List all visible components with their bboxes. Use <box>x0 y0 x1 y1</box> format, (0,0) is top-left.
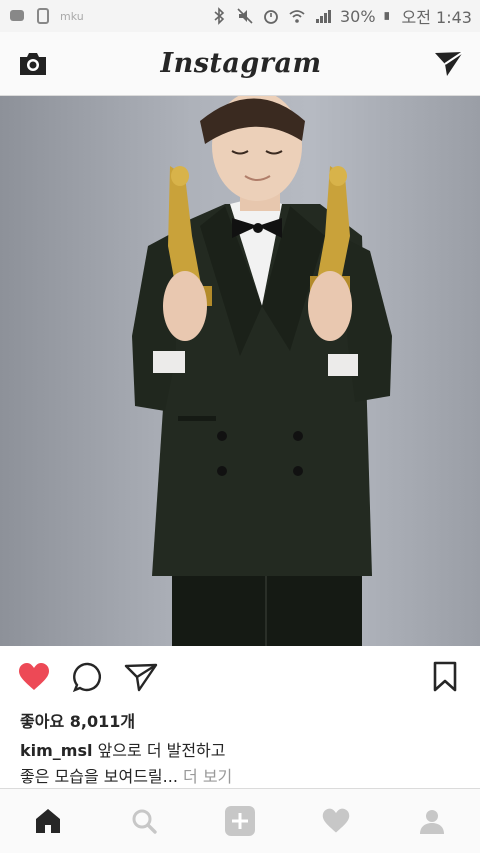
heart-icon[interactable] <box>17 660 51 694</box>
see-more-link[interactable]: 더 보기 <box>178 767 232 786</box>
top-header: Instagram <box>0 32 480 96</box>
profile-icon[interactable] <box>408 797 456 845</box>
camera-icon[interactable] <box>16 47 50 81</box>
mute-icon <box>237 8 253 24</box>
signal-icon <box>315 10 331 23</box>
carrier-label: mku <box>60 9 84 23</box>
photo-illustration <box>132 96 392 646</box>
comment-icon[interactable] <box>71 660 105 694</box>
messenger-icon <box>10 10 24 21</box>
bottom-nav <box>0 788 480 853</box>
direct-message-icon[interactable] <box>432 47 466 81</box>
status-bar: mku 30% 오전 1:43 <box>0 0 480 32</box>
status-time: 오전 1:43 <box>401 8 472 27</box>
post-photo[interactable] <box>0 96 480 646</box>
bluetooth-icon <box>214 7 225 25</box>
share-icon[interactable] <box>124 660 158 694</box>
activity-icon[interactable] <box>312 797 360 845</box>
status-right: 30% 오전 1:43 <box>210 4 472 28</box>
status-left: mku <box>8 7 84 25</box>
alarm-icon <box>264 10 278 24</box>
add-icon[interactable] <box>216 797 264 845</box>
device-sync-icon <box>37 8 49 24</box>
post-actions <box>0 656 480 700</box>
caption-username[interactable]: kim_msl <box>20 741 92 760</box>
home-icon[interactable] <box>24 797 72 845</box>
caption-text-line1: 앞으로 더 발전하고 <box>92 741 226 760</box>
search-icon[interactable] <box>120 797 168 845</box>
battery-icon <box>384 12 389 20</box>
app-title: Instagram <box>160 48 322 79</box>
battery-percent: 30% <box>339 6 376 26</box>
caption-text-line2: 좋은 모습을 보여드릴... <box>20 767 178 786</box>
likes-count[interactable]: 좋아요 8,011개 <box>20 708 135 732</box>
bookmark-icon[interactable] <box>428 660 462 694</box>
post-caption: kim_msl 앞으로 더 발전하고 좋은 모습을 보여드릴... 더 보기 <box>20 738 460 790</box>
wifi-icon <box>289 10 305 23</box>
